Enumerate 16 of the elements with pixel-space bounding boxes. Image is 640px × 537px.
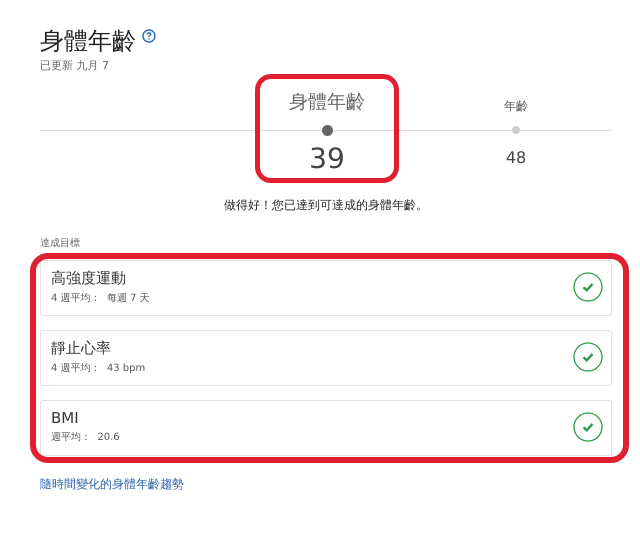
marker-value: 48	[506, 148, 526, 167]
marker-value: 39	[309, 142, 345, 175]
goal-name: BMI	[51, 409, 80, 427]
marker-label: 年齡	[504, 98, 528, 115]
marker-label: 身體年齡	[289, 90, 365, 115]
goal-detail: 週平均： 20.6	[51, 431, 120, 444]
page-title: 身體年齡	[40, 26, 136, 57]
status-message: 做得好！您已達到可達成的身體年齡。	[223, 197, 429, 214]
help-icon[interactable]	[142, 29, 156, 43]
section-heading: 達成目標	[40, 236, 81, 250]
goal-name: 靜止心率	[51, 338, 112, 358]
trend-link[interactable]: 隨時間變化的身體年齡趨勢	[40, 476, 184, 493]
goal-detail: 4 週平均： 每週 7 天	[51, 292, 150, 304]
goal-detail: 4 週平均： 43 bpm	[51, 362, 146, 374]
updated-date: 已更新 九月 7	[40, 58, 110, 73]
goal-name: 高強度運動	[51, 268, 127, 288]
